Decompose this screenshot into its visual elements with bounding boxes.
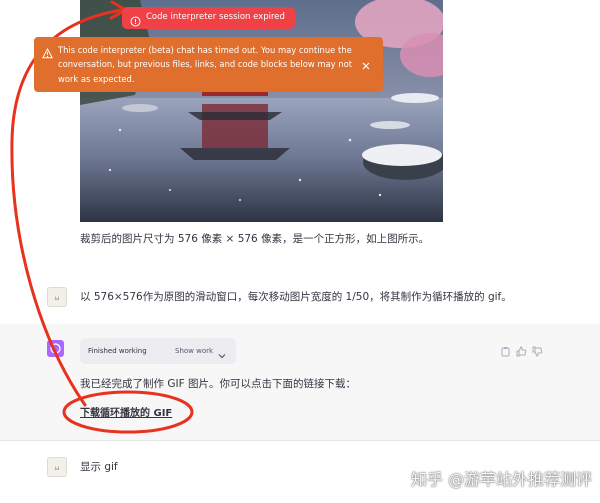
user-message-text: 显示 gif xyxy=(80,461,118,473)
assistant-avatar xyxy=(47,340,64,357)
watermark: 知乎 @游苹站外推荐测评 xyxy=(411,470,593,489)
user-avatar: ω xyxy=(47,457,67,477)
assistant-message-text: 我已经完成了制作 GIF 图片。你可以点击下面的链接下载： xyxy=(80,378,356,390)
chevron-down-icon[interactable] xyxy=(217,346,227,359)
generated-image xyxy=(80,0,443,222)
image-caption: 裁剪后的图片尺寸为 576 像素 × 576 像素，是一个正方形，如上图所示。 xyxy=(80,233,430,245)
working-status: Finished working xyxy=(88,347,147,355)
session-expired-text: Code interpreter session expired xyxy=(146,12,285,22)
user-avatar: ω xyxy=(47,287,67,307)
download-gif-link[interactable]: 下载循环播放的 GIF xyxy=(80,404,172,419)
svg-text:ω: ω xyxy=(54,295,59,302)
show-work-button[interactable]: Show work xyxy=(175,347,213,355)
session-expired-banner: Code interpreter session expired xyxy=(122,7,295,29)
thumbs-down-icon[interactable] xyxy=(532,342,543,357)
svg-text:ω: ω xyxy=(54,465,59,472)
user-message-text: 以 576×576作为原图的滑动窗口，每次移动图片宽度的 1/50，将其制作为循… xyxy=(80,291,512,303)
timeout-warning-text: This code interpreter (beta) chat has ti… xyxy=(58,45,353,84)
thumbs-up-icon[interactable] xyxy=(516,342,527,357)
warning-triangle-icon xyxy=(41,44,54,59)
timeout-warning-banner: This code interpreter (beta) chat has ti… xyxy=(34,37,383,92)
copy-icon[interactable] xyxy=(500,342,511,357)
alert-circle-icon xyxy=(130,12,141,27)
close-icon[interactable] xyxy=(361,56,371,70)
